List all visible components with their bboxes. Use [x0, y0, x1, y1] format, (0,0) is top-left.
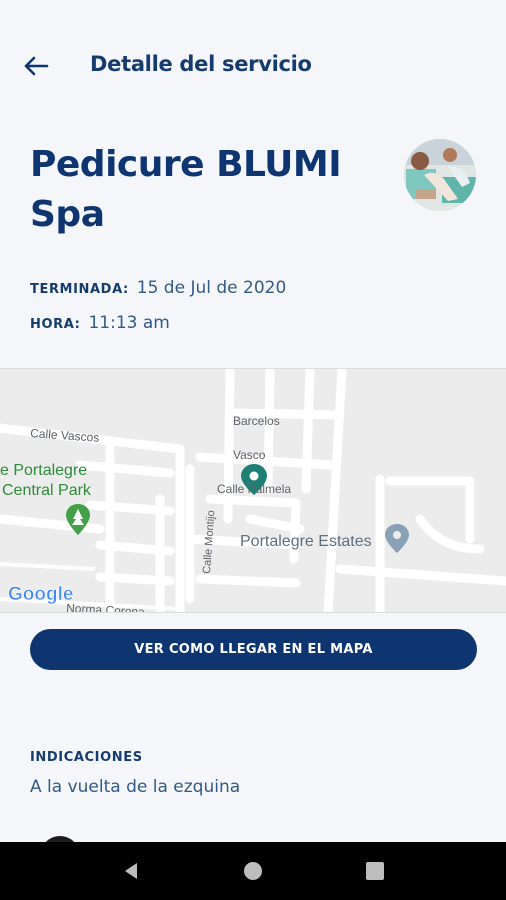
nav-recents-button[interactable]	[355, 851, 395, 891]
finished-label: TERMINADA:	[30, 282, 129, 297]
service-title: Pedicure BLUMI Spa	[30, 144, 342, 235]
location-map[interactable]: Calle Vascos Barcelos Vasco Calle Palmel…	[0, 368, 506, 613]
nav-back-button[interactable]	[111, 851, 151, 891]
square-recents-icon	[366, 862, 384, 880]
circle-home-icon	[244, 862, 262, 880]
time-label: HORA:	[30, 317, 81, 332]
map-label-vasco: Vasco	[233, 448, 266, 462]
nav-home-button[interactable]	[233, 851, 273, 891]
map-label-calle-palmela: Calle Palmela	[217, 482, 291, 496]
service-avatar	[404, 139, 476, 211]
system-navbar	[0, 842, 506, 900]
arrow-left-icon	[24, 56, 49, 76]
indications-label: INDICACIONES	[30, 750, 143, 765]
finished-row: TERMINADA: 15 de Jul de 2020	[30, 278, 286, 298]
page-title: Detalle del servicio	[90, 52, 312, 76]
map-label-barcelos: Barcelos	[233, 414, 280, 428]
map-label-portalegre-estates: Portalegre Estates	[240, 533, 372, 550]
time-value: 11:13 am	[88, 313, 170, 333]
map-label-park-line1: e Portalegre	[0, 462, 87, 479]
indications-value: A la vuelta de la ezquina	[30, 777, 241, 797]
triangle-back-icon	[125, 863, 137, 879]
view-map-directions-button[interactable]: VER COMO LLEGAR EN EL MAPA	[30, 629, 477, 670]
back-button[interactable]	[18, 48, 54, 84]
time-row: HORA: 11:13 am	[30, 313, 170, 333]
finished-value: 15 de Jul de 2020	[136, 278, 287, 298]
map-label-park-line2: Central Park	[2, 482, 92, 499]
google-logo: Google	[8, 584, 74, 606]
app-header: Detalle del servicio	[0, 0, 506, 130]
svg-text:Google: Google	[8, 584, 73, 605]
